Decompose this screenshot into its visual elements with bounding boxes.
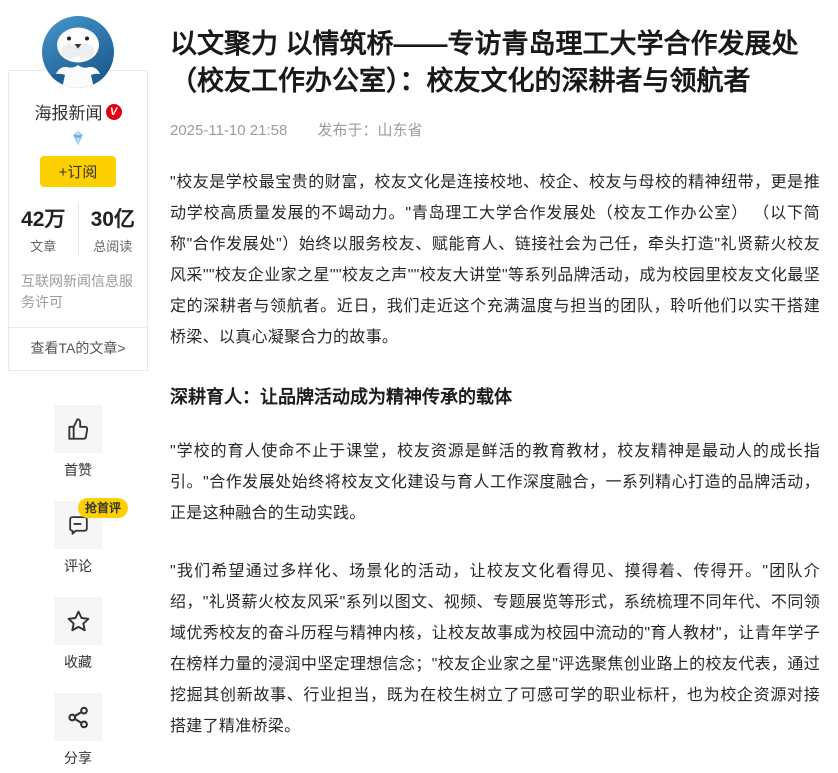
author-name[interactable]: 海报新闻 [35,99,103,124]
like-button[interactable] [54,405,102,453]
license-text: 互联网新闻信息服务许可 [21,271,135,313]
share-label: 分享 [54,748,102,768]
paragraph: "学校的育人使命不止于课堂，校友资源是鲜活的教育教材，校友精神是最动人的成长指引… [170,436,820,529]
favorite-label: 收藏 [54,652,102,672]
article-main: 以文聚力 以情筑桥——专访青岛理工大学合作发展处（校友工作办公室）：校友文化的深… [170,0,820,742]
subscribe-button[interactable]: +订阅 [40,156,116,187]
section-subheading: 深耕育人：让品牌活动成为精神传承的载体 [170,383,820,409]
author-profile-card: 海报新闻 V +订阅 42万 文章 30亿 总阅读 [8,70,148,371]
favorite-button[interactable] [54,597,102,645]
article-body: "校友是学校最宝贵的财富，校友文化是连接校地、校企、校友与母校的精神纽带，更是推… [170,167,820,742]
article-meta: 2025-11-10 21:58 发布于：山东省 [170,119,820,140]
seal-mascot-icon [41,15,115,89]
share-button[interactable] [54,693,102,741]
avatar[interactable] [41,15,115,89]
paragraph: "校友是学校最宝贵的财富，校友文化是连接校地、校企、校友与母校的精神纽带，更是推… [170,167,820,353]
thumbs-up-icon [65,416,91,442]
article-title: 以文聚力 以情筑桥——专访青岛理工大学合作发展处（校友工作办公室）：校友文化的深… [170,26,820,100]
verified-icon: V [106,104,122,120]
share-action: 分享 [54,693,102,768]
stat-total-reads: 30亿 总阅读 [78,203,148,255]
publish-location: 发布于：山东省 [318,122,423,139]
star-icon [65,608,92,635]
like-action: 首赞 [54,405,102,480]
stat-total-reads-value: 30亿 [79,203,148,233]
stat-articles-value: 42万 [9,203,78,233]
comment-button[interactable]: 抢首评 [54,501,102,549]
publish-date: 2025-11-10 21:58 [170,122,287,139]
news-article-page: 海报新闻 V +订阅 42万 文章 30亿 总阅读 [0,0,838,773]
share-icon [66,705,91,730]
article-action-bar: 首赞 抢首评 评论 收藏 [8,405,148,768]
stat-total-reads-label: 总阅读 [79,236,148,255]
author-stats: 42万 文章 30亿 总阅读 [9,203,147,255]
like-label: 首赞 [54,460,102,480]
stat-articles: 42万 文章 [9,203,78,255]
paragraph: "我们希望通过多样化、场景化的活动，让校友文化看得见、摸得着、传得开。"团队介绍… [170,556,820,742]
first-comment-badge[interactable]: 抢首评 [78,498,128,518]
favorite-action: 收藏 [54,597,102,672]
level-gem-icon [9,129,147,147]
view-author-articles-link[interactable]: 查看TA的文章> [9,327,147,370]
comment-label: 评论 [54,556,102,576]
author-sidebar: 海报新闻 V +订阅 42万 文章 30亿 总阅读 [8,0,148,768]
stat-articles-label: 文章 [9,236,78,255]
comment-action: 抢首评 评论 [54,501,102,576]
